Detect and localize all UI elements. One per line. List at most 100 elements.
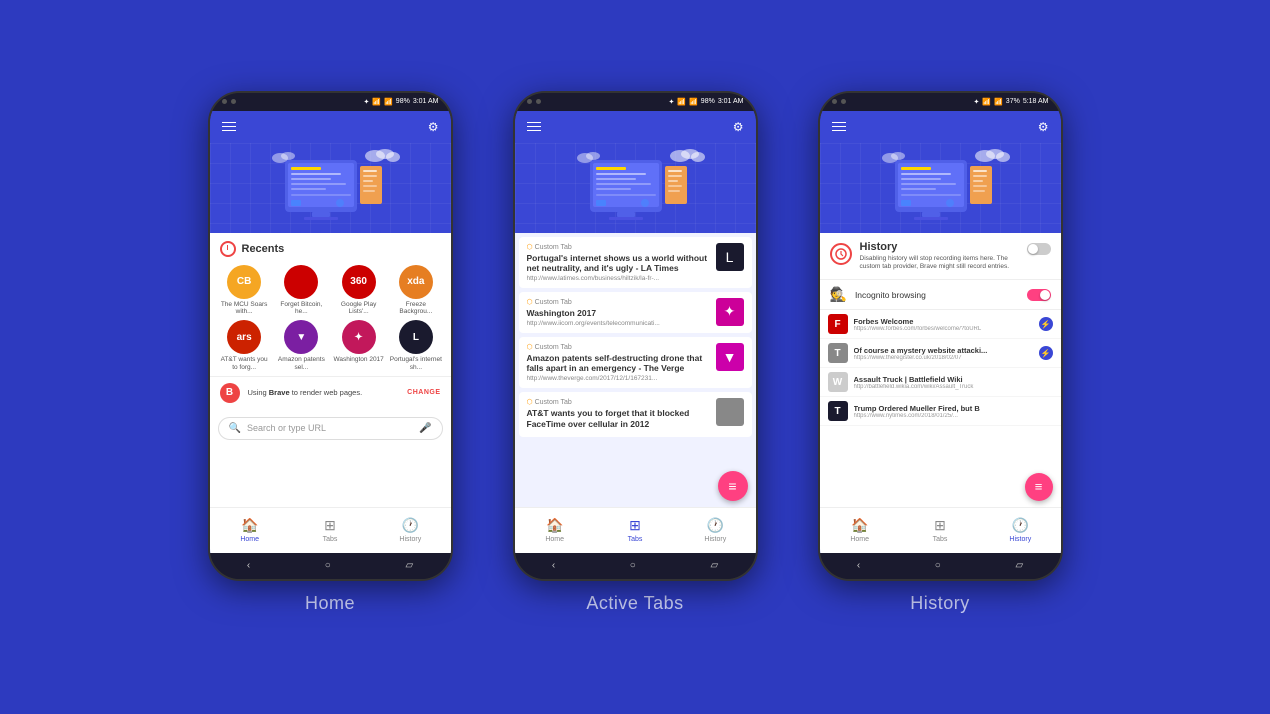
fab-button[interactable]: ≡	[718, 471, 748, 501]
recent-item[interactable]: xdaFreeze Backgrou...	[389, 265, 442, 317]
screen-body-home: Recents CBThe MCU Soars with...Forget Bi…	[210, 233, 451, 507]
nav-item-tabs[interactable]: ⊞ Tabs	[595, 508, 675, 553]
app-header: ⚙	[515, 111, 756, 143]
mic-icon[interactable]: 🎤	[419, 423, 431, 434]
home-button[interactable]: ○	[325, 560, 331, 571]
nav-item-history[interactable]: 🕐 History	[370, 508, 450, 553]
recent-item[interactable]: LPortugal's internet sh...	[389, 320, 442, 372]
nav-item-home[interactable]: 🏠 Home	[515, 508, 595, 553]
hero-banner	[820, 143, 1061, 233]
tab-url: http://www.latimes.com/business/hiltzik/…	[527, 275, 710, 282]
history-item-info: Assault Truck | Battlefield Wiki http://…	[854, 375, 1047, 390]
history-item-action[interactable]: ⚡	[1039, 317, 1053, 331]
nav-item-home[interactable]: 🏠 Home	[210, 508, 290, 553]
recent-item[interactable]: ✦Washington 2017	[332, 320, 385, 372]
nav-icon-history: 🕐	[1012, 517, 1029, 534]
speaker-dot	[832, 99, 837, 104]
history-item-info: Trump Ordered Mueller Fired, but B https…	[854, 404, 1047, 419]
recents-button[interactable]: ▱	[1015, 560, 1023, 571]
history-item[interactable]: F Forbes Welcome https://www.forbes.com/…	[820, 310, 1061, 339]
recent-icon: ▼	[284, 320, 318, 354]
phone-container-home: ✦ 📶 📶 98% 3:01 AM ⚙	[208, 91, 453, 614]
search-bar[interactable]: 🔍 Search or type URL 🎤	[218, 417, 443, 440]
history-item[interactable]: W Assault Truck | Battlefield Wiki http:…	[820, 368, 1061, 397]
back-button[interactable]: ‹	[552, 560, 555, 571]
change-button[interactable]: CHANGE	[407, 389, 440, 396]
tab-card[interactable]: ⬡ Custom Tab AT&T wants you to forget th…	[519, 392, 752, 436]
nav-label-home: Home	[240, 536, 259, 543]
tab-source: ⬡ Custom Tab	[527, 243, 710, 251]
hamburger-icon[interactable]	[222, 122, 236, 132]
bluetooth-icon: ✦	[363, 98, 369, 106]
time-display: 3:01 AM	[718, 98, 744, 105]
status-bar: ✦ 📶 📶 37% 5:18 AM	[820, 93, 1061, 111]
hero-banner	[515, 143, 756, 233]
incognito-label: Incognito browsing	[855, 290, 1019, 300]
history-toggle[interactable]	[1027, 243, 1051, 255]
phones-row: ✦ 📶 📶 98% 3:01 AM ⚙	[208, 91, 1063, 614]
nav-item-home[interactable]: 🏠 Home	[820, 508, 900, 553]
recent-item[interactable]: arsAT&T wants you to forg...	[218, 320, 271, 372]
home-button[interactable]: ○	[935, 560, 941, 571]
history-item-action[interactable]: ⚡	[1039, 346, 1053, 360]
home-button[interactable]: ○	[630, 560, 636, 571]
history-item-url: https://www.theregister.co.uk/2018/02/07	[854, 355, 1033, 361]
tab-thumb: ▼	[716, 343, 744, 371]
history-fab-button[interactable]: ≡	[1025, 473, 1053, 501]
incognito-toggle[interactable]	[1027, 289, 1051, 301]
history-item-info: Forbes Welcome https://www.forbes.com/fo…	[854, 317, 1033, 332]
gear-icon[interactable]: ⚙	[428, 120, 439, 134]
tab-thumb: L	[716, 243, 744, 271]
android-nav: ‹ ○ ▱	[820, 553, 1061, 579]
history-item[interactable]: T Trump Ordered Mueller Fired, but B htt…	[820, 397, 1061, 426]
tab-source: ⬡ Custom Tab	[527, 398, 710, 406]
nav-icon-tabs: ⊞	[934, 517, 946, 534]
nav-item-history[interactable]: 🕐 History	[980, 508, 1060, 553]
time-display: 5:18 AM	[1023, 98, 1049, 105]
tab-card[interactable]: ⬡ Custom Tab Amazon patents self-destruc…	[519, 337, 752, 388]
time-display: 3:01 AM	[413, 98, 439, 105]
nav-label-tabs: Tabs	[628, 536, 643, 543]
screen-tabs: ⚙ ≡ ⬡ Custom Tab Portugal's intern	[515, 111, 756, 553]
history-item-url: https://www.nytimes.com/2018/01/25/...	[854, 413, 1047, 419]
tab-url: http://www.theverge.com/2017/12/1/167231…	[527, 375, 710, 382]
nav-item-tabs[interactable]: ⊞ Tabs	[290, 508, 370, 553]
recents-button[interactable]: ▱	[710, 560, 718, 571]
nav-label-history: History	[1009, 536, 1031, 543]
status-bar: ✦ 📶 📶 98% 3:01 AM	[515, 93, 756, 111]
recent-item[interactable]: CBThe MCU Soars with...	[218, 265, 271, 317]
history-favicon: F	[828, 314, 848, 334]
history-header-row: History Disabling history will stop reco…	[820, 233, 1061, 281]
nav-item-tabs[interactable]: ⊞ Tabs	[900, 508, 980, 553]
nav-icon-home: 🏠	[241, 517, 258, 534]
recent-item[interactable]: Forget Bitcoin, he...	[275, 265, 328, 317]
recent-item[interactable]: ▼Amazon patents sel...	[275, 320, 328, 372]
brave-banner: B Using Brave to render web pages. CHANG…	[210, 376, 451, 409]
nav-item-history[interactable]: 🕐 History	[675, 508, 755, 553]
recent-item[interactable]: 360Google Play Lists'...	[332, 265, 385, 317]
tab-info: ⬡ Custom Tab Amazon patents self-destruc…	[527, 343, 710, 382]
hamburger-icon[interactable]	[527, 122, 541, 132]
history-item[interactable]: T Of course a mystery website attacki...…	[820, 339, 1061, 368]
screen-history: ⚙ ≡ History	[820, 111, 1061, 553]
tab-info: ⬡ Custom Tab Portugal's internet shows u…	[527, 243, 710, 282]
status-left	[222, 99, 236, 104]
back-button[interactable]: ‹	[247, 560, 250, 571]
back-button[interactable]: ‹	[857, 560, 860, 571]
recent-icon: ✦	[342, 320, 376, 354]
gear-icon[interactable]: ⚙	[1038, 120, 1049, 134]
gear-icon[interactable]: ⚙	[733, 120, 744, 134]
recents-panel: Recents CBThe MCU Soars with...Forget Bi…	[210, 233, 451, 507]
tab-card[interactable]: ⬡ Custom Tab Washington 2017 http://www.…	[519, 292, 752, 333]
history-item-title: Of course a mystery website attacki...	[854, 346, 1033, 355]
hamburger-icon[interactable]	[832, 122, 846, 132]
recent-icon: CB	[227, 265, 261, 299]
screen-body-history: History Disabling history will stop reco…	[820, 233, 1061, 507]
recents-button[interactable]: ▱	[405, 560, 413, 571]
signal-icon: 📶	[689, 98, 698, 106]
search-input[interactable]: Search or type URL	[247, 423, 413, 433]
tab-card[interactable]: ⬡ Custom Tab Portugal's internet shows u…	[519, 237, 752, 288]
status-left	[527, 99, 541, 104]
nav-icon-home: 🏠	[851, 517, 868, 534]
status-right: ✦ 📶 📶 98% 3:01 AM	[363, 98, 438, 106]
